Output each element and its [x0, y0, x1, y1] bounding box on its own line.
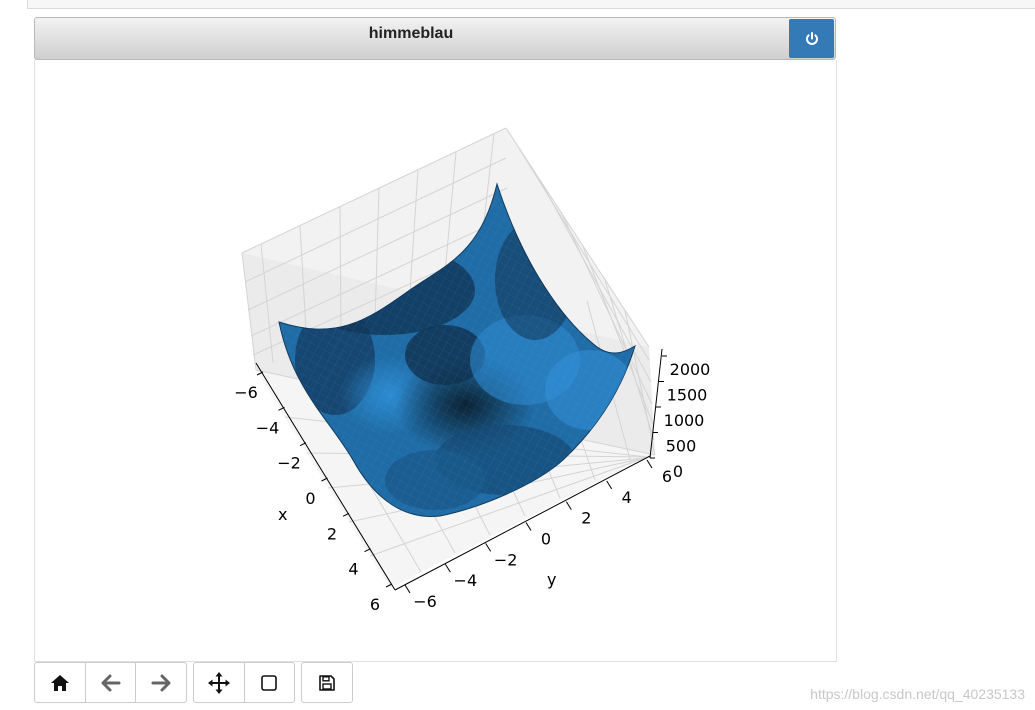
figure-header: himmeblau: [34, 17, 836, 60]
surface-plot: −6−4−20246 −6−4−20246 0500100015002000 x…: [234, 127, 711, 614]
watermark-text: https://blog.csdn.net/qq_40235133: [810, 686, 1025, 702]
save-button[interactable]: [302, 663, 352, 702]
y-axis-tick-label: 4: [622, 488, 632, 507]
x-axis-label: x: [278, 505, 287, 524]
floppy-disk-icon: [319, 674, 335, 691]
y-axis-tick-mark: [646, 459, 653, 469]
y-axis-tick-label: −4: [454, 571, 478, 590]
power-icon: [805, 31, 818, 45]
back-button[interactable]: [86, 663, 137, 702]
y-axis-label: y: [547, 570, 556, 589]
y-axis-tick-label: 2: [581, 509, 591, 528]
z-axis-tick-label: 1500: [667, 386, 708, 405]
interaction-group: [193, 662, 295, 703]
y-axis-tick-mark: [404, 584, 411, 594]
forward-button[interactable]: [136, 663, 186, 702]
close-figure-button[interactable]: [789, 19, 834, 58]
y-axis-tick-label: −2: [494, 550, 518, 569]
move-icon: [207, 671, 230, 694]
save-group: [301, 662, 353, 703]
home-button[interactable]: [35, 663, 86, 702]
x-axis-tick-label: −2: [277, 454, 301, 473]
arrow-right-icon: [151, 674, 171, 691]
y-axis-tick-mark: [485, 543, 492, 552]
figure-canvas[interactable]: −6 −4 −2 0 2 4 6 −6 −4 −2 0 2 4 6 0 500 1000 1500 2000 x…: [34, 60, 837, 662]
square-icon: [261, 674, 278, 691]
y-axis-tick-mark: [525, 522, 532, 531]
z-axis-tick-label: 1000: [664, 411, 705, 430]
y-axis-tick-mark: [606, 480, 613, 490]
previous-cell-strip: [27, 0, 1035, 9]
y-axis-tick-label: 6: [662, 467, 672, 486]
x-axis-tick-label: −4: [256, 418, 280, 437]
arrow-left-icon: [101, 674, 120, 691]
navigation-group: [34, 662, 187, 703]
figure-title: himmeblau: [368, 25, 454, 42]
x-axis-tick-label: 2: [327, 524, 337, 543]
zoom-button[interactable]: [245, 663, 295, 702]
x-axis-tick-label: 4: [348, 560, 358, 579]
z-axis-tick-label: 0: [673, 462, 683, 481]
pan-button[interactable]: [194, 663, 245, 702]
y-axis-tick-label: −6: [413, 592, 437, 611]
z-axis-tick-label: 2000: [670, 360, 711, 379]
x-axis-tick-label: 6: [370, 595, 380, 614]
x-axis-tick-label: 0: [305, 489, 315, 508]
y-axis-tick-mark: [565, 501, 572, 510]
y-axis-tick-mark: [444, 563, 451, 573]
x-axis-tick-label: −6: [234, 383, 258, 402]
home-icon: [50, 674, 69, 691]
z-axis-tick-label: 500: [666, 437, 697, 456]
y-axis-tick-label: 0: [541, 530, 551, 549]
